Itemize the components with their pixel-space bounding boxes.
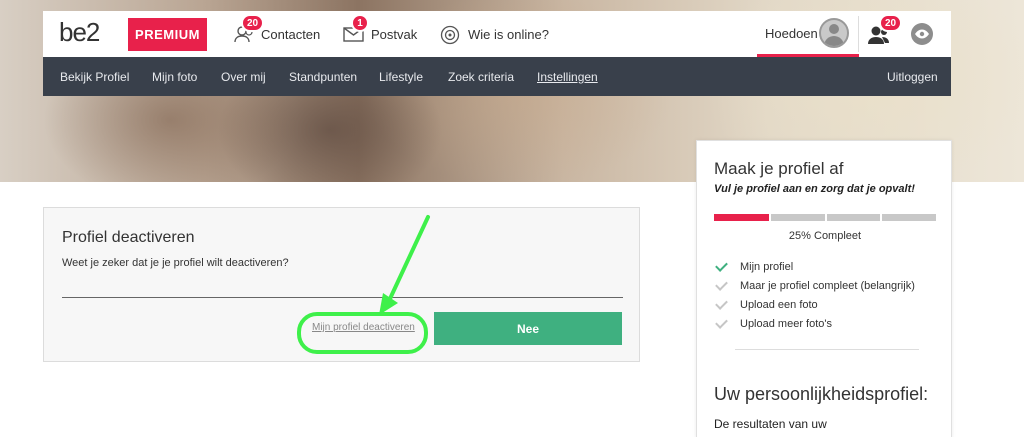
check-icon bbox=[714, 298, 728, 312]
subnav-standpunten[interactable]: Standpunten bbox=[289, 70, 357, 84]
divider bbox=[62, 297, 623, 298]
check-icon bbox=[714, 260, 728, 274]
who-online-label: Wie is online? bbox=[468, 26, 549, 42]
profile-progress-bar bbox=[714, 214, 936, 221]
contacts-label: Contacten bbox=[261, 26, 321, 42]
top-navigation: be2 PREMIUM 20 Contacten 1 Postvak Wie i… bbox=[43, 11, 951, 57]
inbox-label: Postvak bbox=[371, 26, 418, 42]
deactivate-profile-link[interactable]: Mijn profiel deactiveren bbox=[312, 322, 415, 333]
subnav-bekijk-profiel[interactable]: Bekijk Profiel bbox=[60, 70, 129, 84]
logout-link[interactable]: Uitloggen bbox=[887, 70, 938, 84]
radar-icon bbox=[440, 25, 462, 45]
subnav-over-mij[interactable]: Over mij bbox=[221, 70, 266, 84]
check-icon bbox=[714, 317, 728, 331]
avatar bbox=[819, 18, 849, 48]
inbox-badge: 1 bbox=[351, 14, 369, 32]
profile-completion-card: Maak je profiel af Vul je profiel aan en… bbox=[696, 140, 952, 437]
divider bbox=[735, 349, 919, 350]
divider bbox=[858, 16, 859, 52]
visitors-icon: 20 bbox=[867, 14, 903, 44]
personality-title: Uw persoonlijkheidsprofiel: bbox=[714, 384, 929, 404]
checklist-item[interactable]: Upload een foto bbox=[714, 295, 915, 314]
nav-visitors[interactable]: 20 bbox=[867, 11, 903, 57]
checklist-item[interactable]: Upload meer foto's bbox=[714, 314, 915, 333]
profile-subnav: Bekijk Profiel Mijn foto Over mij Standp… bbox=[43, 57, 951, 96]
deactivate-panel: Profiel deactiveren Weet je zeker dat je… bbox=[43, 207, 640, 362]
subnav-instellingen[interactable]: Instellingen bbox=[537, 70, 598, 84]
premium-button[interactable]: PREMIUM bbox=[128, 18, 207, 51]
nav-who-online[interactable]: Wie is online? bbox=[440, 11, 549, 57]
nav-views[interactable] bbox=[911, 11, 933, 57]
cancel-button[interactable]: Nee bbox=[434, 312, 622, 345]
check-icon bbox=[714, 279, 728, 293]
progress-text: 25% Compleet bbox=[788, 230, 862, 242]
visitors-badge: 20 bbox=[879, 14, 903, 32]
user-name: Hoedoen bbox=[765, 26, 818, 41]
contacts-badge: 20 bbox=[241, 14, 265, 32]
panel-title: Profiel deactiveren bbox=[62, 229, 195, 246]
contacts-icon: 20 bbox=[233, 14, 265, 43]
nav-contacts[interactable]: 20 Contacten bbox=[233, 11, 320, 57]
card-title: Maak je profiel af bbox=[714, 159, 844, 178]
progress-fill bbox=[714, 214, 770, 221]
eye-icon bbox=[911, 23, 933, 45]
checklist-item[interactable]: Mijn profiel bbox=[714, 257, 915, 276]
checklist: Mijn profiel Maar je profiel compleet (b… bbox=[714, 257, 915, 333]
deactivate-question: Weet je zeker dat je je profiel wilt dea… bbox=[62, 257, 289, 269]
be2-logo[interactable]: be2 bbox=[59, 17, 100, 48]
personality-text: De resultaten van uw bbox=[714, 417, 827, 431]
subnav-zoek-criteria[interactable]: Zoek criteria bbox=[448, 70, 514, 84]
envelope-icon: 1 bbox=[343, 14, 369, 43]
subnav-lifestyle[interactable]: Lifestyle bbox=[379, 70, 423, 84]
checklist-item[interactable]: Maar je profiel compleet (belangrijk) bbox=[714, 276, 915, 295]
subnav-mijn-foto[interactable]: Mijn foto bbox=[152, 70, 197, 84]
nav-inbox[interactable]: 1 Postvak bbox=[343, 11, 417, 57]
user-menu[interactable]: Hoedoen bbox=[757, 11, 859, 57]
card-subtitle: Vul je profiel aan en zorg dat je opvalt… bbox=[714, 183, 915, 195]
